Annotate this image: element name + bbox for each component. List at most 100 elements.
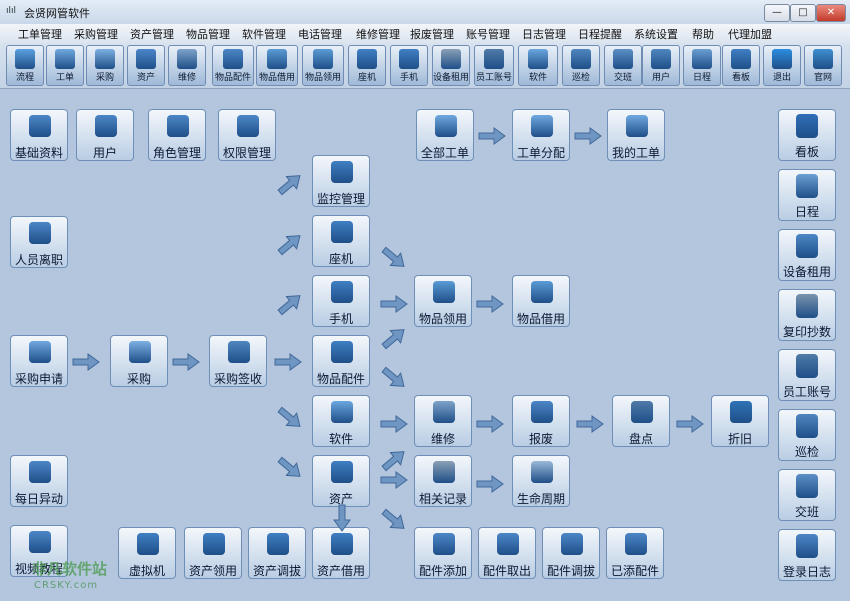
- menu-item-8[interactable]: 账号管理: [464, 26, 512, 42]
- node-tools-16[interactable]: 维修: [414, 395, 472, 447]
- flow-arrow-icon: [476, 475, 504, 493]
- maximize-button[interactable]: □: [790, 4, 816, 22]
- side-button-bell[interactable]: 看板: [778, 109, 836, 161]
- node-scrap-17[interactable]: 报废: [512, 395, 570, 447]
- node-label: 我的工单: [611, 146, 660, 160]
- menu-item-1[interactable]: 采购管理: [72, 26, 120, 42]
- node-disc-9[interactable]: 软件: [312, 395, 370, 447]
- flow-arrow-icon: [380, 471, 408, 489]
- toolbar-button-home[interactable]: 官网: [804, 45, 842, 86]
- menu-item-6[interactable]: 维修管理: [354, 26, 402, 42]
- side-button-log[interactable]: 登录日志: [778, 529, 836, 581]
- node-doc-add-31[interactable]: 配件添加: [414, 527, 472, 579]
- node-parts-8[interactable]: 物品配件: [312, 335, 370, 387]
- menu-item-5[interactable]: 电话管理: [296, 26, 344, 42]
- side-button-label: 复印抄数: [782, 325, 831, 339]
- node-receive-14[interactable]: 物品领用: [414, 275, 472, 327]
- menu-item-12[interactable]: 帮助: [690, 26, 716, 42]
- node-tablet-18[interactable]: 盘点: [612, 395, 670, 447]
- toolbar-button-flow[interactable]: 流程: [6, 45, 44, 86]
- node-doc-transfer-33[interactable]: 配件调拔: [542, 527, 600, 579]
- menu-item-7[interactable]: 报废管理: [408, 26, 456, 42]
- toolbar: 流程 工单 采购 资产 维修 物品配件 物品借用 物品领用 座机 手机 设备租用 员工账号 软件 巡检 交班…: [0, 43, 850, 89]
- minimize-button[interactable]: —: [764, 4, 790, 22]
- toolbar-button-printer[interactable]: 设备租用: [432, 45, 470, 86]
- doc-remove-icon: [497, 533, 519, 555]
- node-monitor-10[interactable]: 资产: [312, 455, 370, 507]
- side-button-copier[interactable]: 复印抄数: [778, 289, 836, 341]
- monitor-icon: [331, 533, 353, 555]
- side-button-handshake[interactable]: 交班: [778, 469, 836, 521]
- node-monitor-28[interactable]: 资产领用: [184, 527, 242, 579]
- node-document-11[interactable]: 采购申请: [10, 335, 68, 387]
- toolbar-button-label: 手机: [399, 73, 418, 83]
- node-document-23[interactable]: 工单分配: [512, 109, 570, 161]
- node-monitor-30[interactable]: 资产借用: [312, 527, 370, 579]
- printer-icon: [441, 49, 461, 69]
- node-phone-6[interactable]: 座机: [312, 215, 370, 267]
- toolbar-button-exit[interactable]: 退出: [763, 45, 801, 86]
- side-button-label: 巡检: [794, 445, 819, 459]
- toolbar-button-disc[interactable]: 软件: [518, 45, 558, 86]
- toolbar-button-bell[interactable]: 看板: [722, 45, 760, 86]
- node-tree-34[interactable]: 已添配件: [606, 527, 664, 579]
- flow-arrow-icon: [273, 452, 306, 484]
- node-mobile-7[interactable]: 手机: [312, 275, 370, 327]
- toolbar-button-calendar[interactable]: 日程: [683, 45, 721, 86]
- menu-item-9[interactable]: 日志管理: [520, 26, 568, 42]
- toolbar-button-parts[interactable]: 物品配件: [212, 45, 254, 86]
- user-icon: [95, 115, 117, 137]
- side-button-lock[interactable]: 员工账号: [778, 349, 836, 401]
- node-monitor-29[interactable]: 资产调拔: [248, 527, 306, 579]
- node-chain-20[interactable]: 相关记录: [414, 455, 472, 507]
- menu-item-11[interactable]: 系统设置: [632, 26, 680, 42]
- toolbar-button-document[interactable]: 工单: [46, 45, 84, 86]
- flow-arrow-icon: [274, 353, 302, 371]
- side-button-lease[interactable]: 设备租用: [778, 229, 836, 281]
- node-cart-12[interactable]: 采购: [110, 335, 168, 387]
- node-label: 资产借用: [316, 564, 365, 578]
- menu-item-13[interactable]: 代理加盟: [726, 26, 774, 42]
- node-user-remove-4[interactable]: 人员离职: [10, 216, 68, 268]
- node-borrow-15[interactable]: 物品借用: [512, 275, 570, 327]
- node-doc-remove-32[interactable]: 配件取出: [478, 527, 536, 579]
- node-label: 盘点: [628, 432, 653, 446]
- toolbar-button-patrol[interactable]: 巡检: [562, 45, 600, 86]
- node-user-1[interactable]: 用户: [76, 109, 134, 161]
- menu-item-3[interactable]: 物品管理: [184, 26, 232, 42]
- menu-item-2[interactable]: 资产管理: [128, 26, 176, 42]
- node-camera-5[interactable]: 监控管理: [312, 155, 370, 207]
- user-permission-icon: [237, 115, 259, 137]
- node-users-2[interactable]: 角色管理: [148, 109, 206, 161]
- side-button-patrol[interactable]: 巡检: [778, 409, 836, 461]
- node-settings-doc-0[interactable]: 基础资料: [10, 109, 68, 161]
- toolbar-button-monitor[interactable]: 资产: [127, 45, 165, 86]
- node-pulse-25[interactable]: 每日异动: [10, 455, 68, 507]
- toolbar-button-label: 维修: [177, 73, 196, 83]
- toolbar-button-tools[interactable]: 维修: [168, 45, 206, 86]
- node-label: 全部工单: [420, 146, 469, 160]
- toolbar-button-phone[interactable]: 座机: [348, 45, 386, 86]
- node-user-permission-3[interactable]: 权限管理: [218, 109, 276, 161]
- menu-item-10[interactable]: 日程提醒: [576, 26, 624, 42]
- node-save-13[interactable]: 采购签收: [209, 335, 267, 387]
- toolbar-button-cart[interactable]: 采购: [86, 45, 124, 86]
- baby-icon: [531, 461, 553, 483]
- side-button-label: 交班: [794, 505, 819, 519]
- node-label: 已添配件: [610, 564, 659, 578]
- menu-item-4[interactable]: 软件管理: [240, 26, 288, 42]
- toolbar-button-receive[interactable]: 物品领用: [302, 45, 344, 86]
- side-button-calendar[interactable]: 日程: [778, 169, 836, 221]
- flow-icon: [15, 49, 35, 69]
- close-button[interactable]: ✕: [816, 4, 846, 22]
- node-document-22[interactable]: 全部工单: [416, 109, 474, 161]
- node-yen-19[interactable]: 折旧: [711, 395, 769, 447]
- toolbar-button-borrow[interactable]: 物品借用: [256, 45, 298, 86]
- document-icon: [626, 115, 648, 137]
- toolbar-button-user[interactable]: 用户: [642, 45, 680, 86]
- menu-item-0[interactable]: 工单管理: [16, 26, 64, 42]
- toolbar-button-mobile[interactable]: 手机: [390, 45, 428, 86]
- node-document-24[interactable]: 我的工单: [607, 109, 665, 161]
- node-baby-21[interactable]: 生命周期: [512, 455, 570, 507]
- toolbar-button-lock[interactable]: 员工账号: [474, 45, 514, 86]
